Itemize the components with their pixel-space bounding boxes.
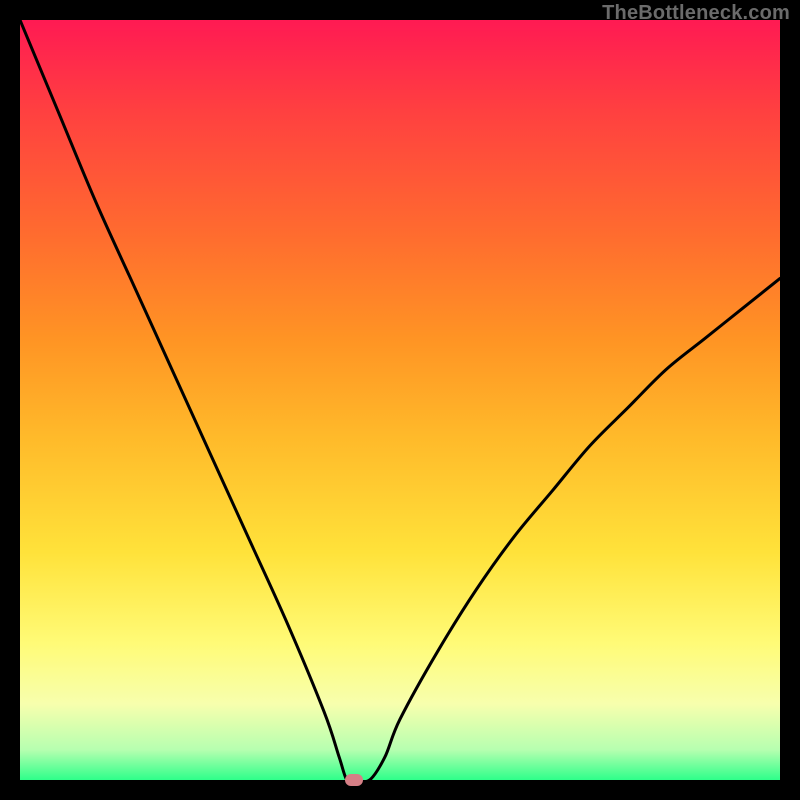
- plot-area: [20, 20, 780, 780]
- bottleneck-curve: [20, 20, 780, 780]
- optimum-marker: [345, 774, 363, 786]
- chart-frame: TheBottleneck.com: [0, 0, 800, 800]
